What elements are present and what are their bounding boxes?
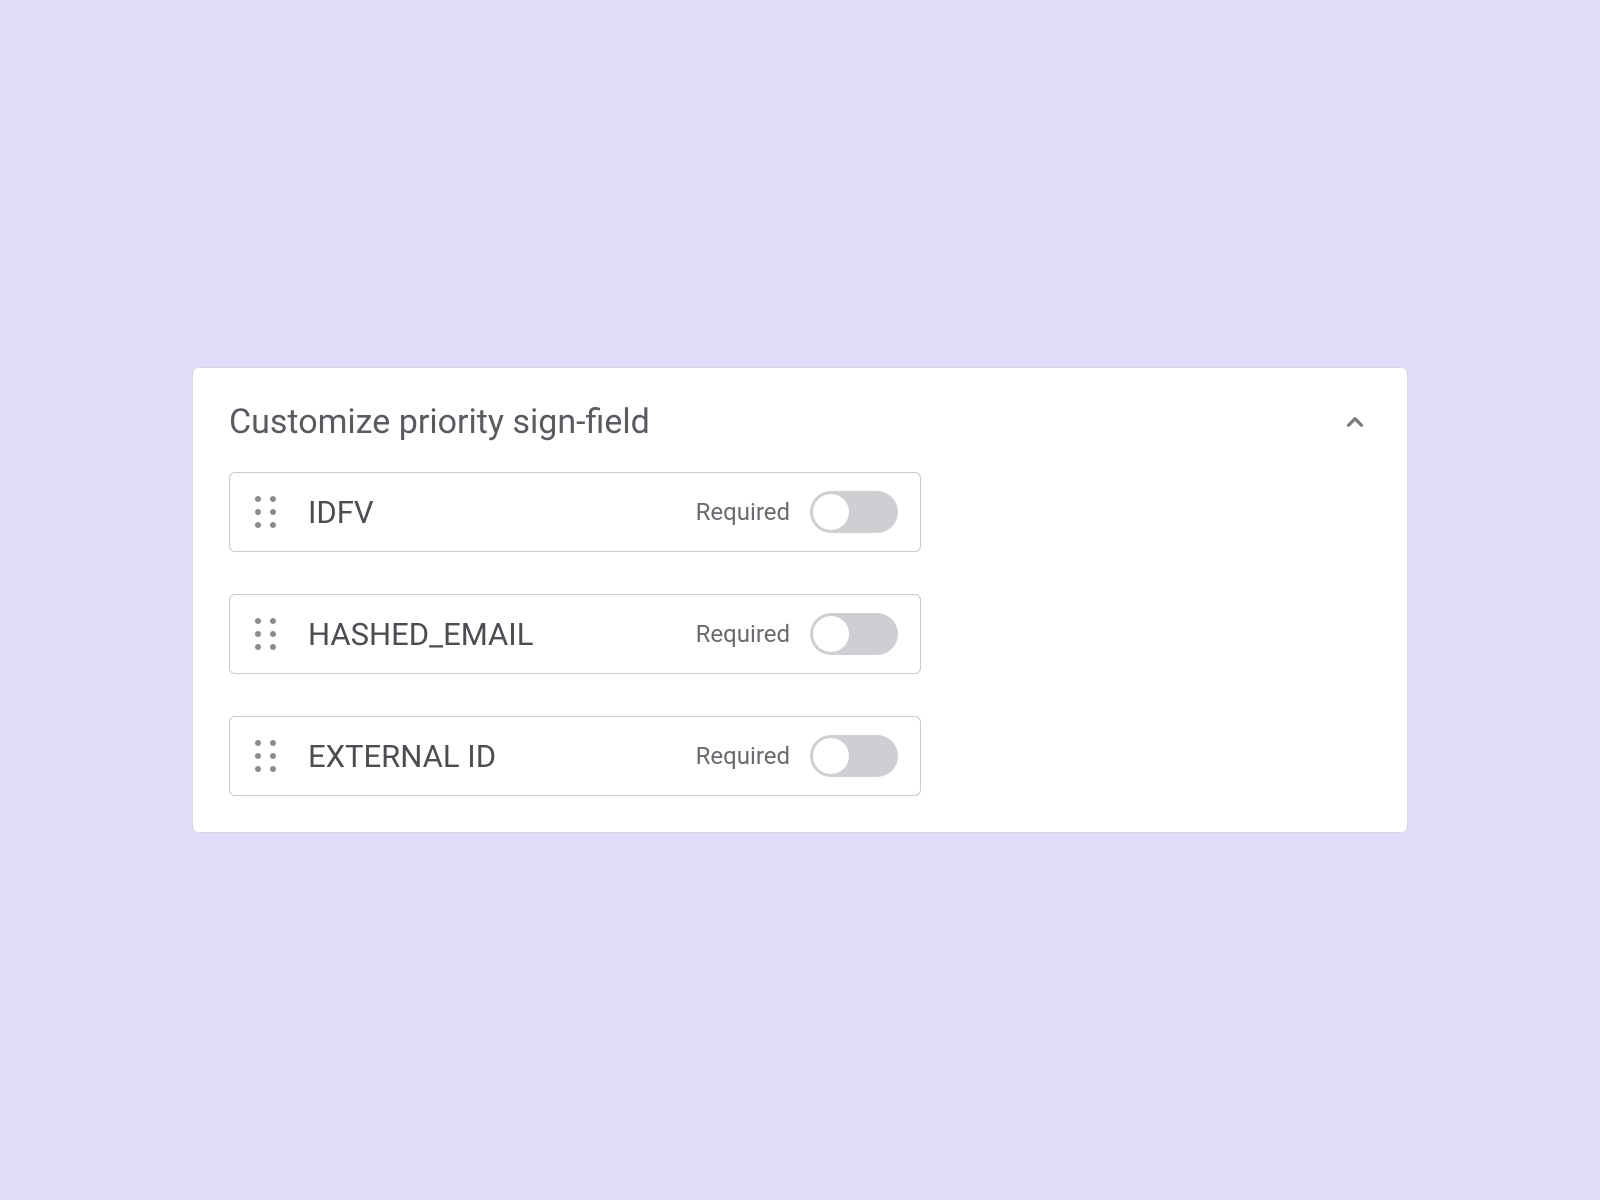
panel-title: Customize priority sign-field: [229, 402, 650, 442]
field-row-idfv[interactable]: IDFV Required: [229, 472, 921, 552]
field-label: EXTERNAL ID: [308, 738, 696, 775]
drag-handle-icon: [255, 618, 276, 650]
toggle-knob: [813, 738, 849, 774]
drag-handle-icon: [255, 496, 276, 528]
required-label: Required: [696, 498, 790, 526]
field-list: IDFV Required HASHED_EMAIL Required: [229, 472, 921, 796]
collapse-button[interactable]: [1339, 406, 1371, 438]
field-row-hashed-email[interactable]: HASHED_EMAIL Required: [229, 594, 921, 674]
required-toggle[interactable]: [810, 735, 898, 777]
field-row-external-id[interactable]: EXTERNAL ID Required: [229, 716, 921, 796]
toggle-knob: [813, 494, 849, 530]
chevron-up-icon: [1342, 409, 1368, 435]
required-label: Required: [696, 742, 790, 770]
drag-handle[interactable]: [250, 737, 280, 775]
priority-sign-field-panel: Customize priority sign-field IDFV Requi…: [192, 367, 1408, 833]
toggle-knob: [813, 616, 849, 652]
required-toggle[interactable]: [810, 613, 898, 655]
field-label: IDFV: [308, 494, 696, 531]
drag-handle[interactable]: [250, 615, 280, 653]
required-label: Required: [696, 620, 790, 648]
drag-handle[interactable]: [250, 493, 280, 531]
required-toggle[interactable]: [810, 491, 898, 533]
panel-header: Customize priority sign-field: [229, 402, 1371, 442]
drag-handle-icon: [255, 740, 276, 772]
field-label: HASHED_EMAIL: [308, 616, 696, 653]
